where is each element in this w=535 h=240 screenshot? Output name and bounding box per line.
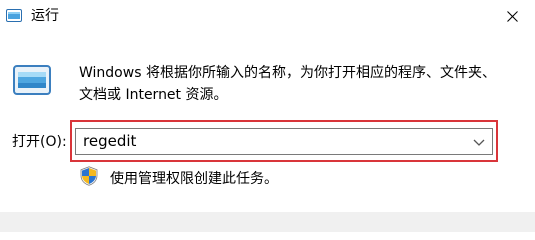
run-dialog: { "window": { "title": "运行", "icon": "ru… bbox=[0, 0, 535, 232]
close-icon bbox=[506, 10, 518, 22]
open-label: 打开(O): bbox=[12, 134, 67, 150]
chevron-down-icon[interactable] bbox=[473, 137, 485, 147]
uac-shield-icon bbox=[80, 166, 98, 186]
open-combobox[interactable]: regedit bbox=[75, 128, 493, 155]
description-text: Windows 将根据你所输入的名称，为你打开相应的程序、文件夹、文档或 Int… bbox=[79, 65, 496, 103]
button-bar bbox=[0, 212, 535, 232]
run-program-icon bbox=[13, 65, 51, 95]
admin-note: 使用管理权限创建此任务。 bbox=[110, 171, 278, 187]
open-input[interactable]: regedit bbox=[83, 132, 136, 151]
window-title: 运行 bbox=[31, 8, 59, 24]
run-icon bbox=[6, 9, 22, 22]
close-button[interactable] bbox=[489, 0, 535, 32]
title-bar: 运行 bbox=[0, 0, 535, 32]
